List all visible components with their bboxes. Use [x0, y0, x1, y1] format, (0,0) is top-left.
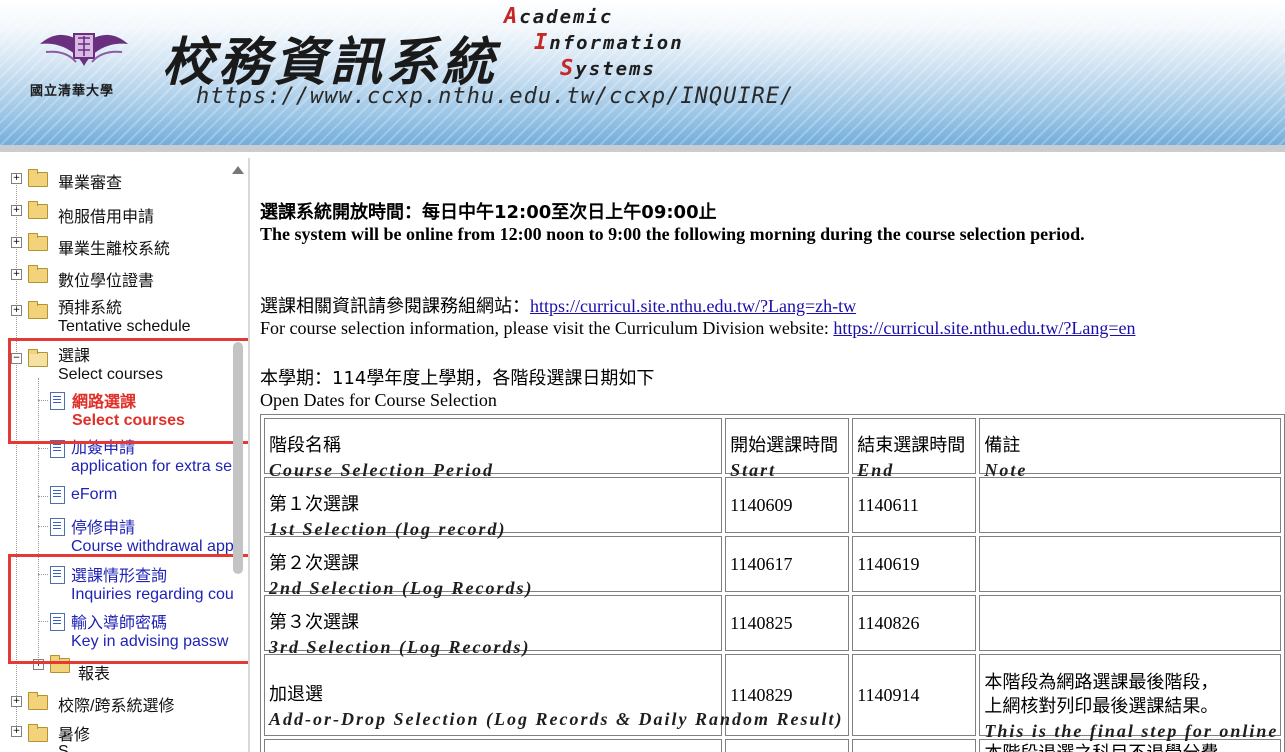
expand-icon[interactable]: +	[11, 305, 22, 316]
info-en-text: For course selection information, please…	[260, 318, 834, 338]
university-name: 國立清華大學	[30, 84, 115, 99]
folder-icon	[28, 724, 48, 742]
cell-note	[979, 595, 1281, 651]
sidebar-item-label[interactable]: 預排系統	[58, 294, 122, 318]
sidebar-item-sublabel[interactable]: S	[58, 743, 69, 752]
sidebar-child-label[interactable]: 停修申請	[71, 514, 135, 538]
open-time-zh: 選課系統開放時間：每日中午12:00至次日上午09:00止	[260, 202, 717, 223]
highlight-box-select-courses	[8, 338, 248, 444]
cell-end: 1140619	[852, 536, 977, 592]
table-row: 第２次選課 2nd Selection (Log Records) 1140617…	[264, 536, 1281, 598]
semester-zh: 本學期：114學年度上學期，各階段選課日期如下	[260, 368, 655, 389]
expand-icon[interactable]: +	[11, 205, 22, 216]
sidebar-child-label[interactable]: eForm	[71, 486, 117, 504]
expand-icon[interactable]: +	[11, 269, 22, 280]
banner-bottom-border	[0, 145, 1285, 152]
folder-icon	[28, 169, 48, 187]
expand-icon[interactable]: +	[11, 237, 22, 248]
highlight-box-inquiry	[8, 554, 248, 664]
cell-period: 第２次選課 2nd Selection (Log Records)	[264, 536, 723, 598]
cell-period: 第３次選課 3rd Selection (Log Records)	[264, 595, 723, 657]
sidebar-scrollbar-thumb[interactable]	[233, 342, 243, 574]
cell-start: 1140617	[725, 536, 850, 592]
folder-icon	[28, 201, 48, 219]
cell-period	[264, 739, 723, 752]
document-icon	[50, 518, 65, 536]
info-zh-text: 選課相關資訊請參閱課務組網站：	[260, 296, 530, 317]
cell-period: 第１次選課 1st Selection (log record)	[264, 477, 723, 539]
curriculum-link-en[interactable]: https://curricul.site.nthu.edu.tw/?Lang=…	[833, 318, 1135, 338]
frame-divider[interactable]	[248, 158, 250, 752]
document-icon	[50, 486, 65, 504]
sidebar-item-label[interactable]: 袍服借用申請	[58, 203, 154, 227]
header-start: 開始選課時間 Start	[725, 418, 850, 480]
semester-en: Open Dates for Course Selection	[260, 390, 497, 410]
cell-note: 本階段為網路選課最後階段， 上網核對列印最後選課結果。 This is the fi…	[979, 654, 1285, 741]
tree-connector	[38, 448, 48, 449]
folder-icon	[28, 301, 48, 319]
header-end: 結束選課時間 End	[852, 418, 977, 480]
title-en-line1: Academic	[504, 4, 614, 29]
folder-icon	[28, 233, 48, 251]
cell-end: 1140914	[852, 654, 977, 736]
header-note: 備註 Note	[979, 418, 1281, 480]
cell-end	[852, 739, 977, 752]
sidebar-item-sublabel[interactable]: Tentative schedule	[58, 318, 191, 336]
info-zh-line: 選課相關資訊請參閱課務組網站：https://curricul.site.nth…	[260, 292, 856, 318]
table-row: 第３次選課 3rd Selection (Log Records) 1140825…	[264, 595, 1281, 657]
header-banner: 國立清華大學 校務資訊系統 https://www.ccxp.nthu.edu.…	[0, 0, 1285, 152]
folder-icon	[28, 692, 48, 710]
header-period: 階段名稱 Course Selection Period	[264, 418, 723, 480]
open-time-en: The system will be online from 12:00 noo…	[260, 224, 1085, 244]
nthu-logo-icon	[40, 33, 128, 66]
cell-end: 1140611	[852, 477, 977, 533]
expand-icon[interactable]: +	[11, 726, 22, 737]
info-en-line: For course selection information, please…	[260, 318, 1135, 339]
sidebar-item-label[interactable]: 暑修	[58, 721, 90, 745]
table-header-row: 階段名稱 Course Selection Period 開始選課時間 Start …	[264, 418, 1281, 480]
cell-start	[725, 739, 850, 752]
table-row: 第１次選課 1st Selection (log record) 1140609 …	[264, 477, 1281, 539]
sidebar-tree: + 畢業審查 + 袍服借用申請 + 畢業生離校系統 + 數位學位證書 + 預排系…	[0, 158, 248, 752]
system-url: https://www.ccxp.nthu.edu.tw/ccxp/INQUIR…	[196, 84, 795, 109]
expand-icon[interactable]: +	[11, 696, 22, 707]
title-en-line3: Systems	[560, 56, 656, 81]
cell-period: 加退選 Add-or-Drop Selection (Log Records & …	[264, 654, 842, 736]
sidebar-item-label[interactable]: 畢業生離校系統	[58, 235, 170, 259]
sidebar-item-label[interactable]: 畢業審查	[58, 169, 122, 193]
tree-connector	[38, 496, 48, 497]
sidebar-item-label[interactable]: 校際/跨系統選修	[58, 692, 174, 716]
table-row: 加退選 Add-or-Drop Selection (Log Records & …	[264, 654, 1285, 741]
sidebar-item-label[interactable]: 數位學位證書	[58, 267, 154, 291]
folder-icon	[28, 265, 48, 283]
main-content: 選課系統開放時間：每日中午12:00至次日上午09:00止 The system…	[258, 158, 1285, 752]
selection-dates-table: 階段名稱 Course Selection Period 開始選課時間 Start …	[260, 414, 1285, 752]
cell-end: 1140826	[852, 595, 977, 651]
title-en-line2: Information	[534, 30, 684, 55]
scroll-up-arrow-icon[interactable]	[232, 166, 244, 174]
curriculum-link-zh[interactable]: https://curricul.site.nthu.edu.tw/?Lang=…	[530, 296, 856, 316]
sidebar-child-sublabel[interactable]: application for extra se	[71, 458, 232, 476]
tree-connector	[38, 526, 48, 527]
expand-icon[interactable]: +	[11, 173, 22, 184]
cell-note	[979, 536, 1281, 592]
cell-start: 1140609	[725, 477, 850, 533]
cell-note	[979, 477, 1281, 533]
cell-start: 1140825	[725, 595, 850, 651]
